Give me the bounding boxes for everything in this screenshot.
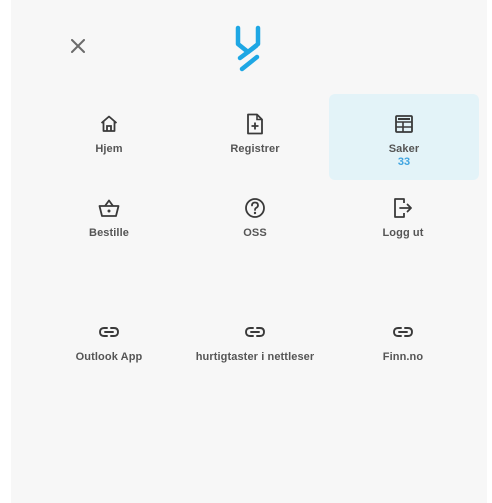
- link-hurtigtaster[interactable]: hurtigtaster i nettleser: [175, 320, 335, 370]
- dashboard-icon: [392, 112, 416, 136]
- home-icon: [97, 112, 121, 136]
- menu-item-label: Logg ut: [382, 227, 424, 239]
- menu-item-bestille[interactable]: Bestille: [39, 196, 179, 266]
- menu-item-label: Registrer: [230, 143, 280, 155]
- link-label: Finn.no: [382, 351, 424, 363]
- logout-icon: [391, 196, 415, 220]
- help-circle-icon: [243, 196, 267, 220]
- saker-count-badge: 33: [397, 156, 411, 168]
- menu-item-label: Bestille: [89, 227, 129, 239]
- link-label: hurtigtaster i nettleser: [195, 351, 315, 363]
- link-icon: [391, 320, 415, 344]
- link-outlook-app[interactable]: Outlook App: [29, 320, 189, 370]
- link-icon: [97, 320, 121, 344]
- close-icon: [71, 39, 85, 53]
- navigation-panel: Hjem Registrer Saker 33 Bestille OSS Log…: [11, 0, 487, 503]
- menu-item-saker[interactable]: Saker 33: [329, 94, 479, 180]
- menu-item-hjem[interactable]: Hjem: [39, 112, 179, 182]
- link-label: Outlook App: [75, 351, 143, 363]
- menu-item-oss[interactable]: OSS: [185, 196, 325, 266]
- close-button[interactable]: [66, 34, 90, 58]
- menu-item-label: Saker: [388, 143, 420, 155]
- brand-logo[interactable]: [235, 24, 261, 74]
- menu-item-logg-ut[interactable]: Logg ut: [333, 196, 473, 266]
- link-icon: [243, 320, 267, 344]
- menu-item-label: Hjem: [95, 143, 123, 155]
- menu-item-label: OSS: [243, 227, 267, 239]
- basket-icon: [97, 196, 121, 220]
- document-add-icon: [243, 112, 267, 136]
- link-finn-no[interactable]: Finn.no: [323, 320, 483, 370]
- brand-logo-icon: [235, 25, 261, 72]
- menu-item-registrer[interactable]: Registrer: [185, 112, 325, 182]
